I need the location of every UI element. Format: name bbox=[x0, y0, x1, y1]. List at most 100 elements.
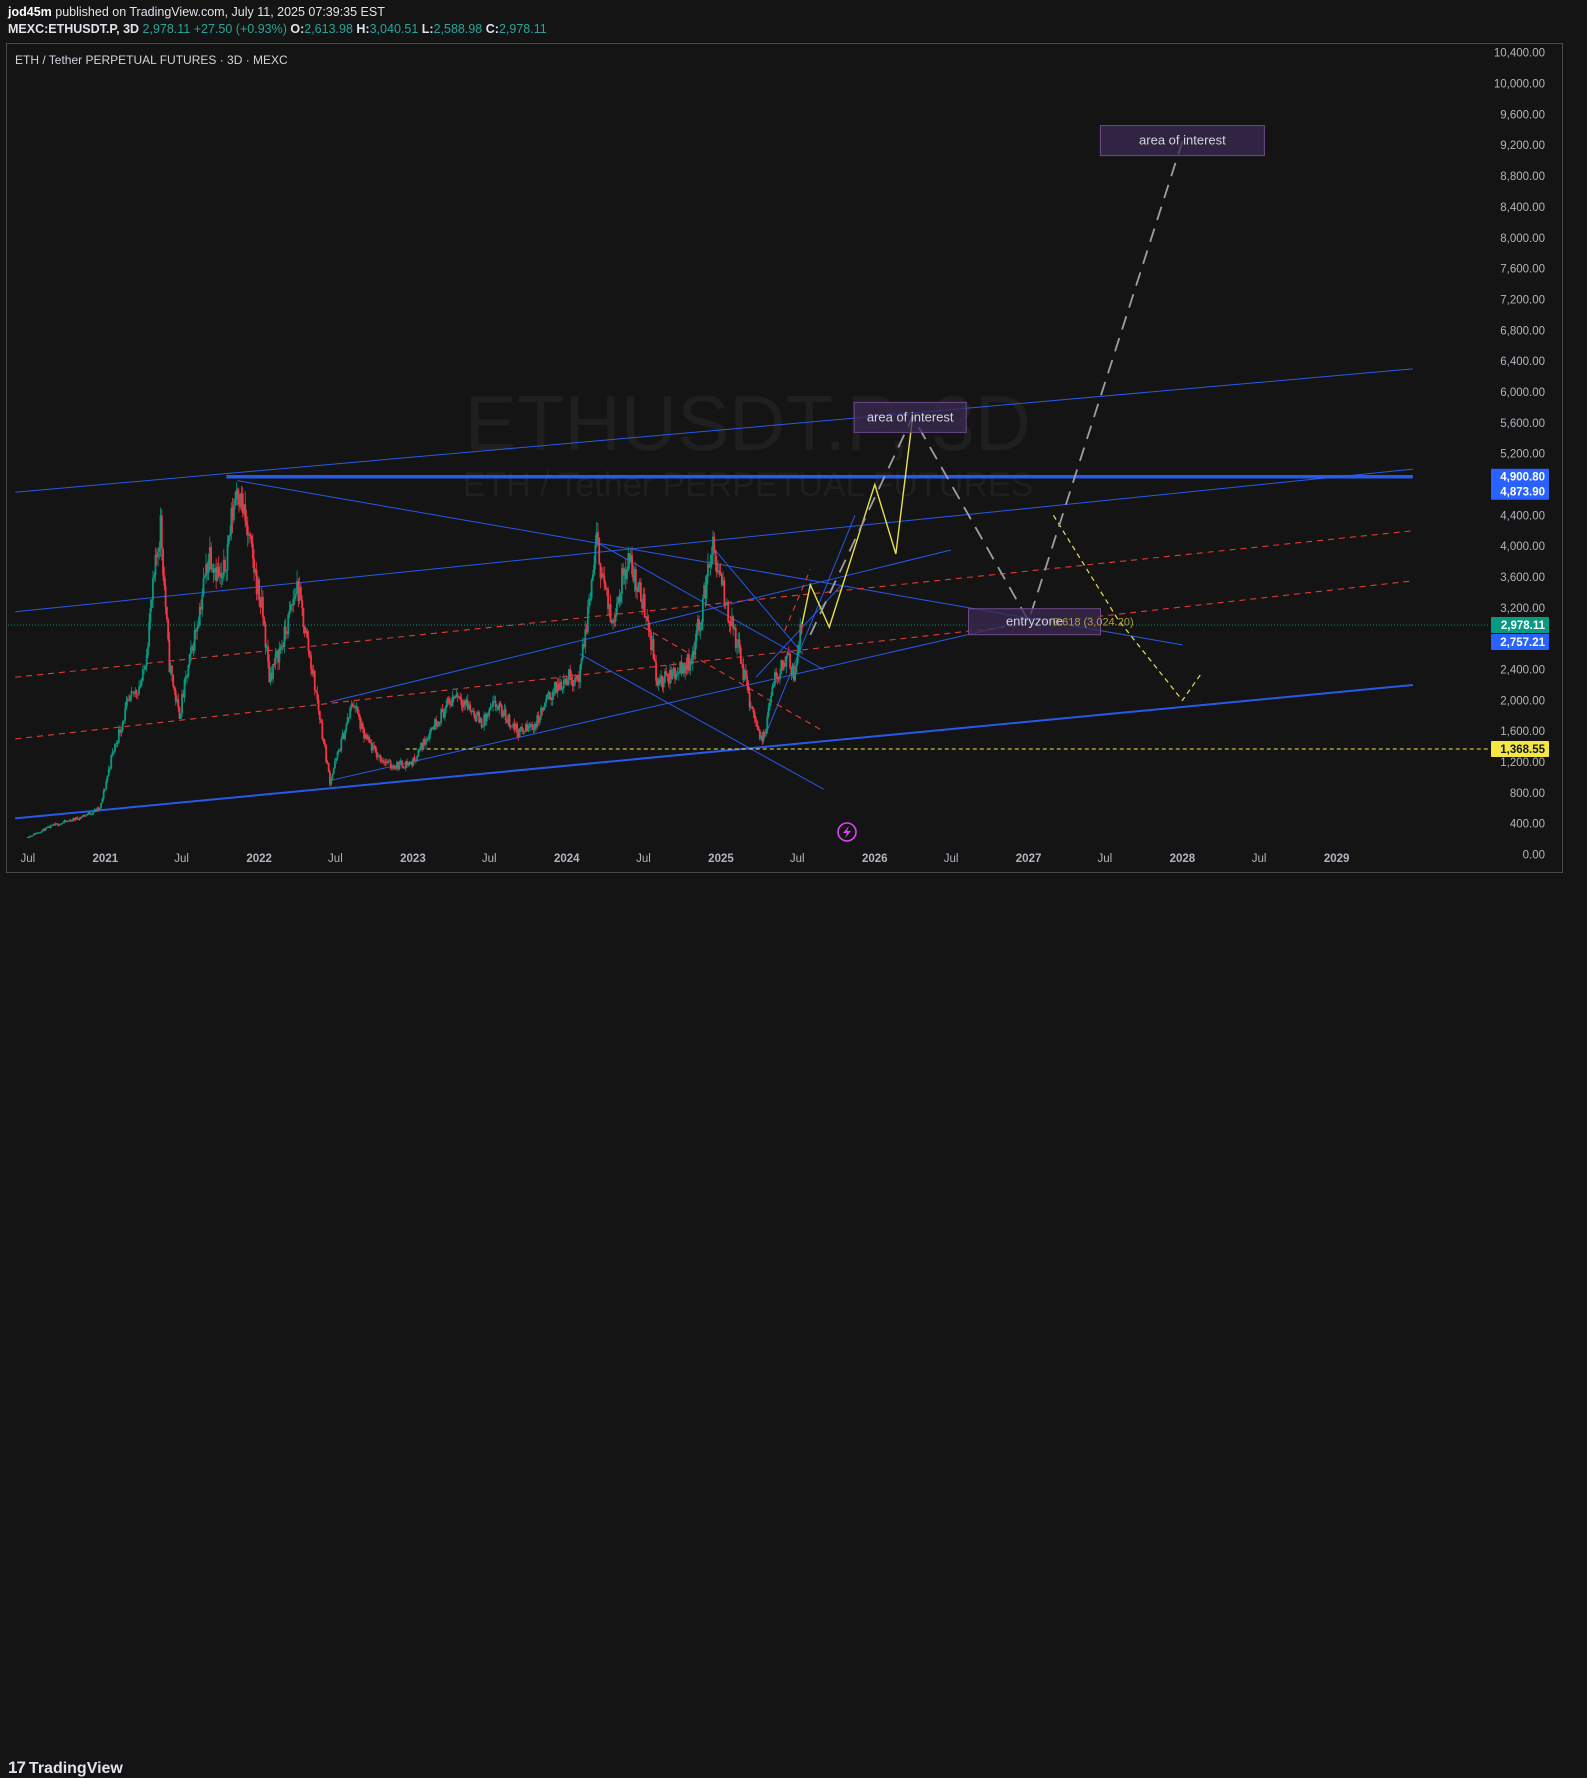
candle-body bbox=[609, 604, 612, 623]
candle-body bbox=[516, 723, 518, 733]
area-of-interest-label: area of interest bbox=[1139, 133, 1226, 148]
candle-body bbox=[428, 731, 431, 739]
candle-body bbox=[700, 622, 703, 631]
candle-body bbox=[310, 654, 312, 670]
candle-body bbox=[138, 686, 140, 694]
candle-body bbox=[45, 827, 48, 829]
candle-body bbox=[675, 673, 678, 680]
candle-body bbox=[196, 627, 199, 632]
candle-body bbox=[602, 573, 604, 576]
candle-body bbox=[358, 713, 360, 718]
candle-body bbox=[502, 715, 505, 717]
candle-body bbox=[244, 504, 247, 522]
candle-body bbox=[153, 575, 156, 579]
price-axis[interactable]: 10,400.00 10,000.00 9,600.00 9,200.00 8,800.… bbox=[1491, 48, 1549, 862]
candle-body bbox=[165, 607, 168, 620]
candle-body bbox=[768, 701, 771, 708]
candle-body bbox=[198, 606, 201, 626]
y-tick-label: 1,200.00 bbox=[1500, 757, 1545, 769]
tradingview-logo-icon: 17 bbox=[8, 1758, 26, 1777]
price-chart[interactable]: ETHUSDT.P, 3D ETH / Tether PERPETUAL FUT… bbox=[0, 0, 1587, 876]
candle-body bbox=[588, 598, 590, 607]
candle-body bbox=[377, 756, 379, 758]
candle-body bbox=[349, 707, 352, 718]
candle-body bbox=[643, 594, 646, 618]
candle-body bbox=[648, 629, 651, 633]
candle-body bbox=[129, 695, 132, 701]
y-tick-label: 5,600.00 bbox=[1500, 418, 1545, 430]
candle-body bbox=[120, 730, 123, 733]
candle-body bbox=[523, 731, 526, 733]
candle-body bbox=[418, 748, 421, 750]
candle-body bbox=[221, 576, 224, 578]
candle-body bbox=[278, 648, 281, 663]
candle-body bbox=[315, 690, 317, 693]
candle-body bbox=[589, 598, 592, 600]
candle-body bbox=[114, 743, 116, 752]
price-label-text: 4,873.90 bbox=[1500, 487, 1545, 499]
y-tick-label: 2,000.00 bbox=[1500, 695, 1545, 707]
lightning-icon[interactable] bbox=[837, 822, 857, 842]
y-tick-label: 4,000.00 bbox=[1500, 541, 1545, 553]
candle-body bbox=[436, 725, 439, 727]
candle-body bbox=[425, 741, 427, 745]
price-label-text: 4,900.80 bbox=[1500, 472, 1545, 484]
y-tick-label: 400.00 bbox=[1510, 819, 1545, 831]
candle-body bbox=[459, 696, 462, 700]
candle-body bbox=[331, 773, 334, 779]
candle-body bbox=[288, 610, 291, 615]
candle-body bbox=[232, 505, 235, 521]
footer-bar: 17 TradingView bbox=[0, 876, 1587, 1777]
candle-body bbox=[402, 765, 405, 768]
candle-body bbox=[562, 679, 565, 688]
candle-body bbox=[746, 676, 749, 686]
y-tick-label: 8,800.00 bbox=[1500, 171, 1545, 183]
candle-body bbox=[293, 596, 296, 600]
candle-body bbox=[321, 722, 324, 739]
candle-body bbox=[340, 738, 343, 751]
candle-body bbox=[154, 554, 157, 576]
y-tick-label: 8,000.00 bbox=[1500, 233, 1545, 245]
candle-body bbox=[292, 599, 295, 606]
candle-body bbox=[163, 575, 166, 586]
time-axis[interactable]: Jul 2021 Jul 2022 Jul 2023 Jul 2024 Jul 2025 Jul 20… bbox=[20, 853, 1349, 865]
y-tick-label: 9,600.00 bbox=[1500, 109, 1545, 121]
candle-body bbox=[335, 758, 338, 762]
candle-body bbox=[511, 726, 513, 728]
candle-body bbox=[107, 768, 110, 776]
candle-body bbox=[634, 569, 637, 591]
candle-body bbox=[197, 625, 200, 628]
candle-body bbox=[106, 775, 109, 782]
candle-body bbox=[546, 694, 549, 700]
candle-body bbox=[569, 669, 572, 678]
candle-body bbox=[148, 622, 151, 647]
trendline bbox=[711, 545, 804, 655]
candle-body bbox=[752, 708, 755, 713]
candle-body bbox=[579, 665, 582, 683]
candle-body bbox=[756, 721, 759, 727]
candle-body bbox=[150, 600, 153, 608]
candle-body bbox=[172, 674, 175, 687]
candle-body bbox=[531, 723, 534, 728]
candle-body bbox=[112, 751, 115, 753]
candle-body bbox=[748, 692, 751, 708]
candle-body bbox=[187, 665, 190, 677]
candle-body bbox=[728, 621, 731, 624]
candle-body bbox=[250, 535, 253, 544]
price-label-text: 2,757.21 bbox=[1500, 637, 1545, 649]
candle-body bbox=[98, 807, 101, 810]
candle-body bbox=[249, 534, 252, 536]
fib-level-label: 0.618 (3,024.20) bbox=[1053, 616, 1134, 628]
candle-body bbox=[640, 582, 642, 602]
x-tick-label: 2023 bbox=[400, 853, 426, 865]
candle-body bbox=[306, 630, 309, 638]
price-label-text: 2,978.11 bbox=[1501, 620, 1546, 632]
watermark-description: ETH / Tether PERPETUAL FUTURES bbox=[463, 466, 1034, 504]
y-tick-label: 3,200.00 bbox=[1500, 603, 1545, 615]
candle-body bbox=[226, 544, 229, 571]
candle-body bbox=[776, 676, 779, 678]
tradingview-logo[interactable]: 17 TradingView bbox=[8, 1758, 123, 1778]
candle-body bbox=[326, 761, 329, 764]
candle-body bbox=[626, 570, 628, 580]
candle-body bbox=[580, 658, 583, 666]
